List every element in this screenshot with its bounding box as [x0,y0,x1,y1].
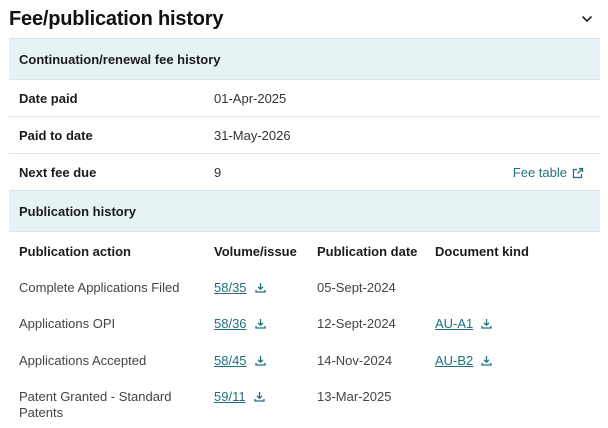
row-next-fee-due: Next fee due 9 Fee table [9,154,600,191]
col-volume-issue: Volume/issue [214,244,297,259]
volume-label: 58/45 [214,353,247,368]
external-link-icon [572,167,584,178]
download-icon [254,356,266,366]
paid-to-date-value: 31-May-2026 [214,128,291,143]
volume-label: 58/35 [214,280,247,295]
table-row-3-kind-link[interactable]: AU-B2 [435,353,492,368]
kind-label: AU-A1 [435,316,474,331]
table-row-1-volume-link[interactable]: 58/35 [214,280,266,295]
date-paid-value: 01-Apr-2025 [214,91,287,106]
section-header[interactable]: Fee/publication history [9,0,600,38]
table-row-3-date: 14-Nov-2024 [317,353,393,368]
row-paid-to-date: Paid to date 31-May-2026 [9,117,600,154]
renewal-heading-bar: Continuation/renewal fee history [9,38,600,80]
page-title: Fee/publication history [9,8,224,30]
table-row-4-volume-link[interactable]: 59/11 [214,389,265,404]
table-row-4-date: 13-Mar-2025 [317,389,392,404]
fee-table-link[interactable]: Fee table [513,165,584,180]
table-row-1-action: Complete Applications Filed [19,280,180,295]
volume-label: 59/11 [214,389,246,404]
table-row-2-kind-link[interactable]: AU-A1 [435,316,492,331]
paid-to-date-label: Paid to date [19,128,93,143]
table-row-3-action: Applications Accepted [19,353,147,368]
col-publication-date: Publication date [317,244,418,259]
table-row-2-volume-link[interactable]: 58/36 [214,316,266,331]
table-row-1-date: 05-Sept-2024 [317,280,396,295]
col-document-kind: Document kind [435,244,529,259]
next-fee-due-value: 9 [214,165,222,180]
renewal-heading: Continuation/renewal fee history [19,52,221,67]
row-date-paid: Date paid 01-Apr-2025 [9,80,600,117]
table-row-4-action: Patent Granted - Standard Patents [19,389,172,420]
publication-heading-bar: Publication history [9,190,600,232]
publication-heading: Publication history [19,204,137,219]
download-icon [253,392,265,402]
download-icon [254,283,266,293]
table-row-2-action: Applications OPI [19,316,116,331]
volume-label: 58/36 [214,316,247,331]
table-row-2-date: 12-Sept-2024 [317,316,396,331]
date-paid-label: Date paid [19,91,78,106]
fee-table-link-label: Fee table [512,165,567,180]
kind-label: AU-B2 [435,353,474,368]
col-publication-action: Publication action [19,244,131,259]
download-icon [481,319,492,329]
chevron-down-icon[interactable] [580,12,594,26]
download-icon [254,319,266,329]
download-icon [481,356,492,366]
table-row-3-volume-link[interactable]: 58/45 [214,353,266,368]
next-fee-due-label: Next fee due [19,165,97,180]
